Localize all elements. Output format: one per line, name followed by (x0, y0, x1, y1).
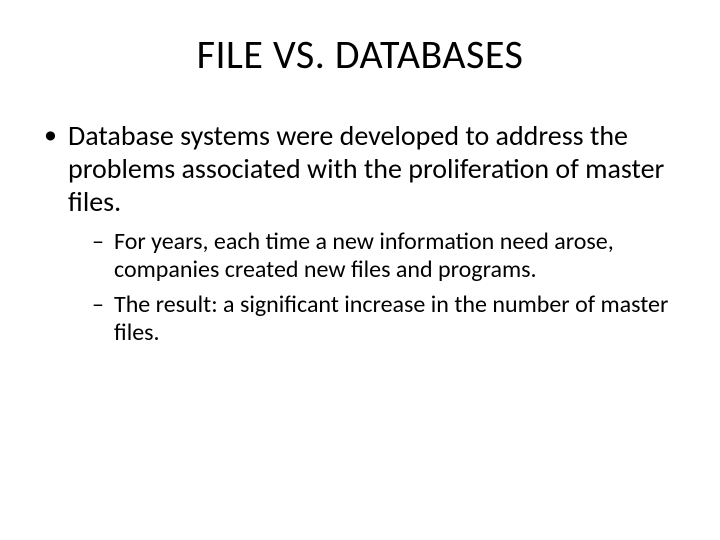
bullet-text: Database systems were developed to addre… (68, 118, 664, 219)
bullet-text: For years, each time a new information n… (114, 227, 614, 284)
list-item: The result: a significant increase in th… (92, 291, 680, 348)
bullet-text: The result: a significant increase in th… (114, 290, 668, 347)
list-item: For years, each time a new information n… (92, 228, 680, 285)
list-item: Database systems were developed to addre… (40, 119, 680, 347)
bullet-list-level1: Database systems were developed to addre… (30, 119, 690, 347)
slide-title: FILE VS. DATABASES (30, 30, 690, 79)
bullet-list-level2: For years, each time a new information n… (68, 228, 680, 347)
slide: FILE VS. DATABASES Database systems were… (0, 0, 720, 540)
